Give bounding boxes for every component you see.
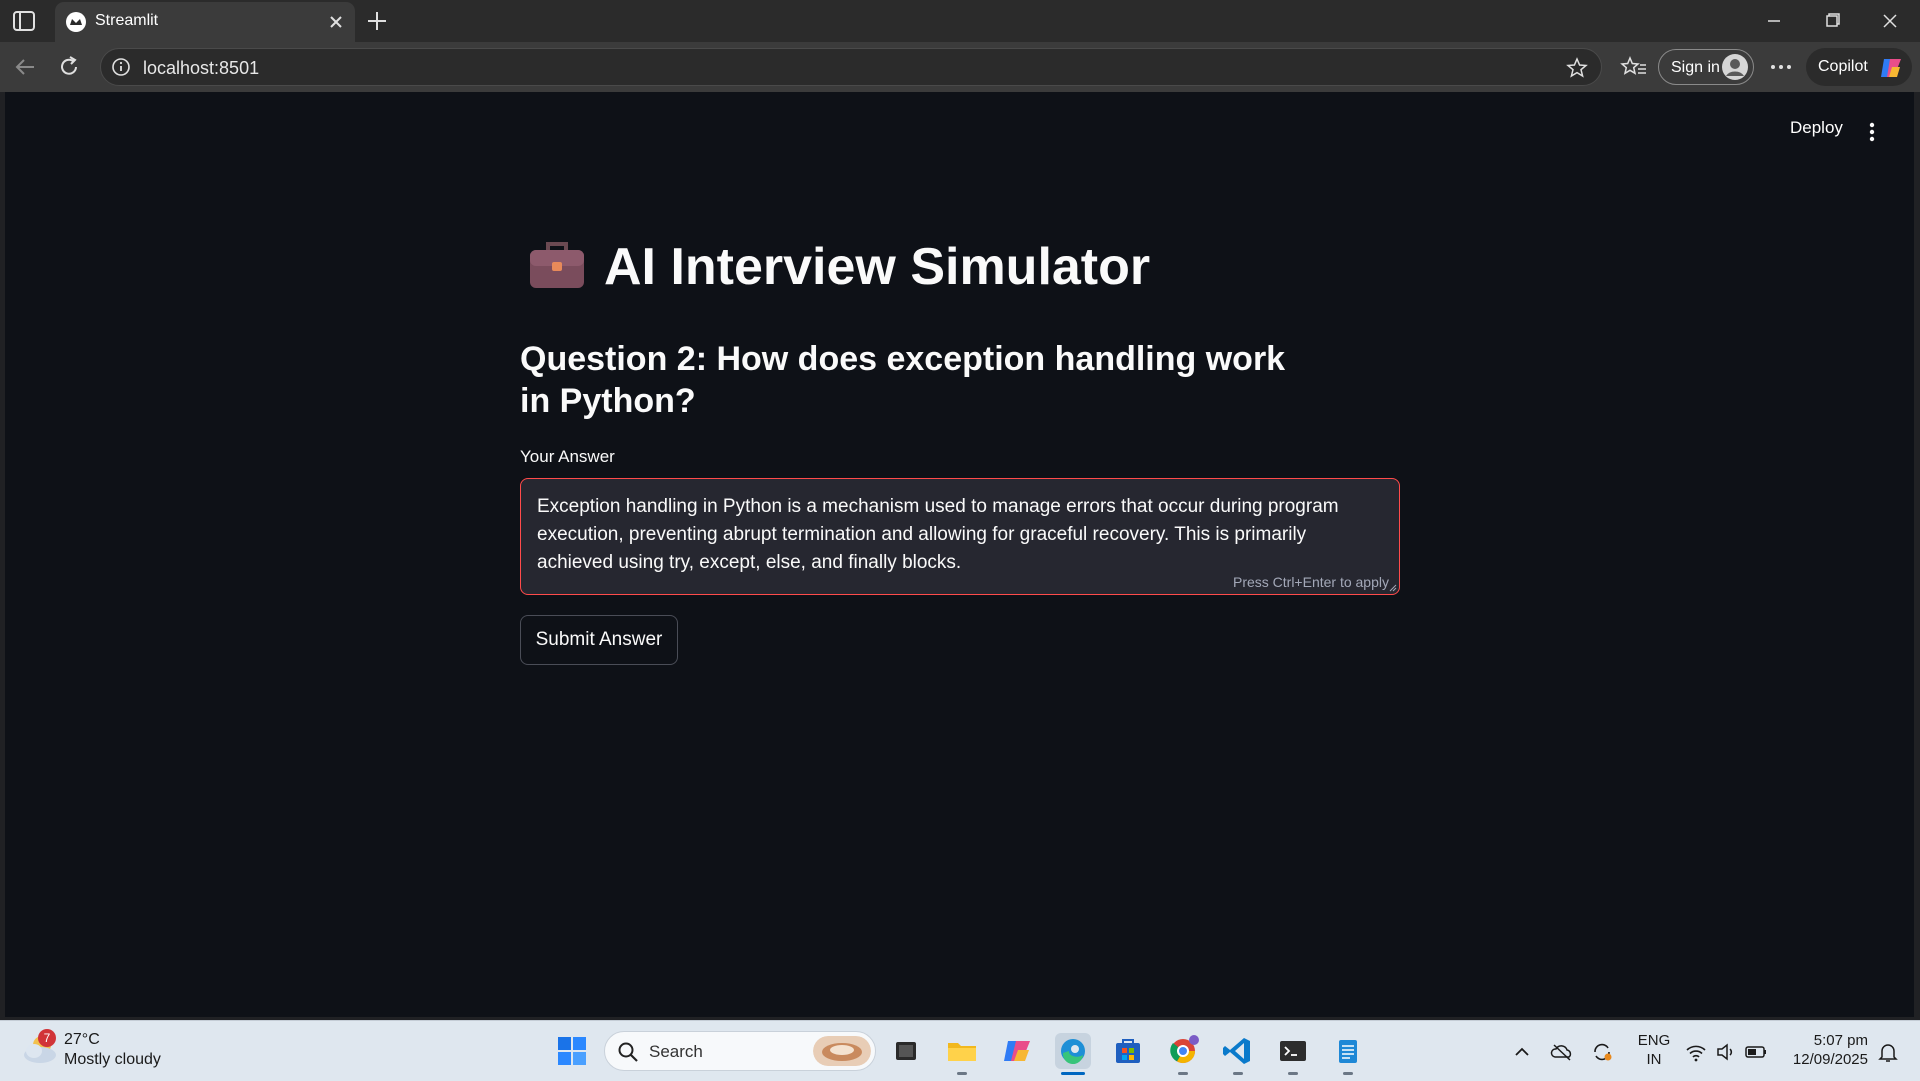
volume-icon[interactable] xyxy=(1714,1041,1738,1063)
briefcase-icon xyxy=(530,242,584,288)
copilot-app-icon[interactable] xyxy=(1000,1033,1036,1069)
battery-icon[interactable] xyxy=(1744,1041,1768,1063)
windows-start-icon[interactable] xyxy=(556,1035,588,1067)
input-language-indicator[interactable]: ENG IN xyxy=(1634,1031,1674,1069)
favorite-star-icon[interactable] xyxy=(1565,56,1589,80)
site-info-icon[interactable] xyxy=(111,57,131,77)
search-label: Search xyxy=(649,1042,703,1061)
main-menu-icon[interactable] xyxy=(1867,120,1877,144)
favorites-icon[interactable] xyxy=(1620,54,1648,80)
sign-in-button[interactable]: Sign in xyxy=(1658,49,1754,85)
browser-toolbar: localhost:8501 Sign in Copilot xyxy=(0,42,1920,92)
profile-avatar-icon xyxy=(1722,54,1748,80)
running-indicator xyxy=(957,1072,967,1075)
wifi-icon[interactable] xyxy=(1684,1041,1708,1063)
vscode-icon[interactable] xyxy=(1220,1033,1256,1075)
copilot-logo-icon xyxy=(1881,59,1901,77)
back-arrow-icon[interactable] xyxy=(12,54,38,80)
language-code: ENG xyxy=(1637,1032,1671,1049)
question-heading: Question 2: How does exception handling … xyxy=(520,340,1286,420)
streamlit-app: Deploy AI Interview Simulator Question 2… xyxy=(5,92,1914,1017)
close-tab-icon[interactable] xyxy=(325,11,347,33)
edge-icon[interactable] xyxy=(1055,1033,1091,1075)
tab-title: Streamlit xyxy=(95,12,159,29)
submit-answer-button[interactable]: Submit Answer xyxy=(520,615,678,665)
notepad-icon[interactable] xyxy=(1330,1033,1366,1075)
answer-textarea[interactable]: Exception handling in Python is a mechan… xyxy=(520,478,1400,595)
running-indicator xyxy=(1233,1072,1243,1075)
new-tab-icon[interactable] xyxy=(364,8,390,34)
show-hidden-icons-chevron-icon[interactable] xyxy=(1510,1041,1534,1063)
reload-icon[interactable] xyxy=(56,54,82,80)
resize-handle-icon[interactable] xyxy=(1389,584,1397,592)
notifications-bell-icon[interactable] xyxy=(1876,1041,1900,1063)
title-text: AI Interview Simulator xyxy=(604,238,1151,296)
weather-description[interactable]: Mostly cloudy xyxy=(64,1051,161,1069)
file-explorer-icon[interactable] xyxy=(944,1033,980,1075)
restore-icon[interactable] xyxy=(1812,8,1852,34)
system-clock[interactable]: 5:07 pm 12/09/2025 xyxy=(1780,1031,1868,1069)
active-indicator xyxy=(1061,1072,1085,1075)
taskbar-search[interactable]: Search xyxy=(604,1031,876,1071)
running-indicator xyxy=(1178,1072,1188,1075)
clock-date: 12/09/2025 xyxy=(1792,1051,1868,1068)
task-view-icon[interactable] xyxy=(888,1033,924,1069)
answer-text[interactable]: Exception handling in Python is a mechan… xyxy=(537,493,1357,577)
address-bar[interactable]: localhost:8501 xyxy=(100,48,1602,86)
search-icon xyxy=(618,1042,638,1062)
close-window-icon[interactable] xyxy=(1870,8,1910,34)
deploy-button[interactable]: Deploy xyxy=(1790,118,1843,138)
onedrive-offline-icon[interactable] xyxy=(1550,1041,1574,1063)
tab-actions-icon[interactable] xyxy=(11,10,37,32)
running-indicator xyxy=(1343,1072,1353,1075)
minimize-icon[interactable] xyxy=(1754,8,1794,34)
url-text[interactable]: localhost:8501 xyxy=(143,58,259,79)
tab-streamlit[interactable]: Streamlit xyxy=(55,2,355,42)
more-options-icon[interactable] xyxy=(1766,54,1796,80)
copilot-button[interactable]: Copilot xyxy=(1806,48,1912,86)
weather-temperature[interactable]: 27°C xyxy=(64,1031,100,1049)
apply-hint: Press Ctrl+Enter to apply xyxy=(1232,574,1389,590)
streamlit-crown-icon xyxy=(66,12,86,32)
sign-in-label: Sign in xyxy=(1671,59,1720,76)
region-code: IN xyxy=(1646,1051,1662,1068)
sync-update-icon[interactable] xyxy=(1590,1041,1614,1063)
clock-time: 5:07 pm xyxy=(1813,1032,1868,1049)
terminal-icon[interactable] xyxy=(1275,1033,1311,1075)
browser-tab-strip: Streamlit xyxy=(0,0,1920,42)
store-icon[interactable] xyxy=(1110,1033,1146,1069)
page-title: AI Interview Simulator xyxy=(528,237,1150,297)
chrome-icon[interactable] xyxy=(1165,1033,1201,1075)
copilot-label: Copilot xyxy=(1818,58,1868,75)
answer-label: Your Answer xyxy=(520,447,615,466)
search-highlight-icon xyxy=(813,1036,871,1066)
taskbar: 7 27°C Mostly cloudy Search ENG IN 5:07 … xyxy=(0,1020,1920,1081)
weather-alert-badge: 7 xyxy=(38,1029,56,1047)
running-indicator xyxy=(1288,1072,1298,1075)
